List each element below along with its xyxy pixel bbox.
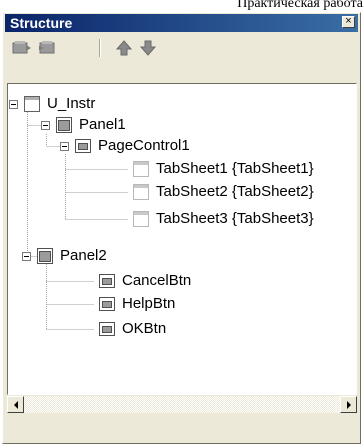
move-up-button[interactable] <box>113 37 135 59</box>
close-icon: × <box>345 15 352 27</box>
remove-component-icon <box>39 41 55 54</box>
toolbar <box>7 35 356 61</box>
scroll-left-button[interactable] <box>7 396 24 413</box>
add-component-icon <box>12 41 31 54</box>
document-header-text: Практическая работа <box>237 0 363 11</box>
panel-icon <box>37 248 53 264</box>
close-button[interactable]: × <box>342 16 355 28</box>
collapse-toggle-icon[interactable] <box>22 251 31 261</box>
scrollbar-track[interactable] <box>24 396 340 413</box>
tree-node-panel2[interactable]: Panel2 <box>22 246 107 266</box>
scroll-right-button[interactable] <box>340 396 357 413</box>
tree-node-label: Panel2 <box>60 247 107 264</box>
tree-node-helpbtn[interactable]: HelpBtn <box>98 294 175 314</box>
structure-tree[interactable]: U_Instr Panel1 PageControl1 TabSheet1 {T… <box>7 83 357 395</box>
button-component-icon <box>99 297 115 311</box>
add-component-button[interactable] <box>11 37 33 59</box>
tree-node-label: OKBtn <box>122 320 167 337</box>
collapse-toggle-icon[interactable] <box>9 99 18 109</box>
tree-node-pagecontrol1[interactable]: PageControl1 <box>60 136 190 156</box>
tree-node-cancelbtn[interactable]: CancelBtn <box>98 271 191 291</box>
tree-node-tabsheet1[interactable]: TabSheet1 {TabSheet1} <box>132 159 314 179</box>
tree-node-label: U_Instr <box>47 95 96 112</box>
arrow-down-icon <box>139 40 157 56</box>
collapse-toggle-icon[interactable] <box>41 120 50 130</box>
tree-node-label: TabSheet1 {TabSheet1} <box>156 160 314 177</box>
button-component-icon <box>99 274 115 288</box>
remove-component-button[interactable] <box>37 37 59 59</box>
pagecontrol-icon <box>75 139 91 153</box>
tree-node-tabsheet3[interactable]: TabSheet3 {TabSheet3} <box>132 209 314 229</box>
button-component-icon <box>99 322 115 336</box>
panel-icon <box>56 117 72 133</box>
tree-node-label: Panel1 <box>79 116 126 133</box>
tree-node-u-instr[interactable]: U_Instr <box>9 94 95 114</box>
structure-panel: Structure × U_Instr Panel1 PageControl1 … <box>2 12 361 444</box>
tabsheet-icon <box>133 184 149 200</box>
tabsheet-icon <box>133 161 149 177</box>
tree-node-label: TabSheet2 {TabSheet2} <box>156 183 314 200</box>
move-down-button[interactable] <box>137 37 159 59</box>
tree-node-tabsheet2[interactable]: TabSheet2 {TabSheet2} <box>132 182 314 202</box>
tree-node-panel1[interactable]: Panel1 <box>41 115 126 135</box>
panel-title: Structure <box>10 15 73 31</box>
tree-node-label: CancelBtn <box>122 272 192 289</box>
tree-node-label: HelpBtn <box>122 295 176 312</box>
arrow-left-icon <box>13 400 18 409</box>
panel-titlebar[interactable]: Structure × <box>5 14 358 32</box>
horizontal-scrollbar[interactable] <box>7 396 357 413</box>
arrow-up-icon <box>115 40 133 56</box>
collapse-toggle-icon[interactable] <box>60 141 69 151</box>
tree-node-label: TabSheet3 {TabSheet3} <box>156 210 314 227</box>
document-header: Практическая работа <box>0 0 363 12</box>
arrow-right-icon <box>346 400 351 409</box>
toolbar-separator <box>99 39 101 57</box>
tree-node-okbtn[interactable]: OKBtn <box>98 319 166 339</box>
tabsheet-icon <box>133 211 149 227</box>
tree-node-label: PageControl1 <box>98 137 190 154</box>
form-icon <box>24 96 40 112</box>
